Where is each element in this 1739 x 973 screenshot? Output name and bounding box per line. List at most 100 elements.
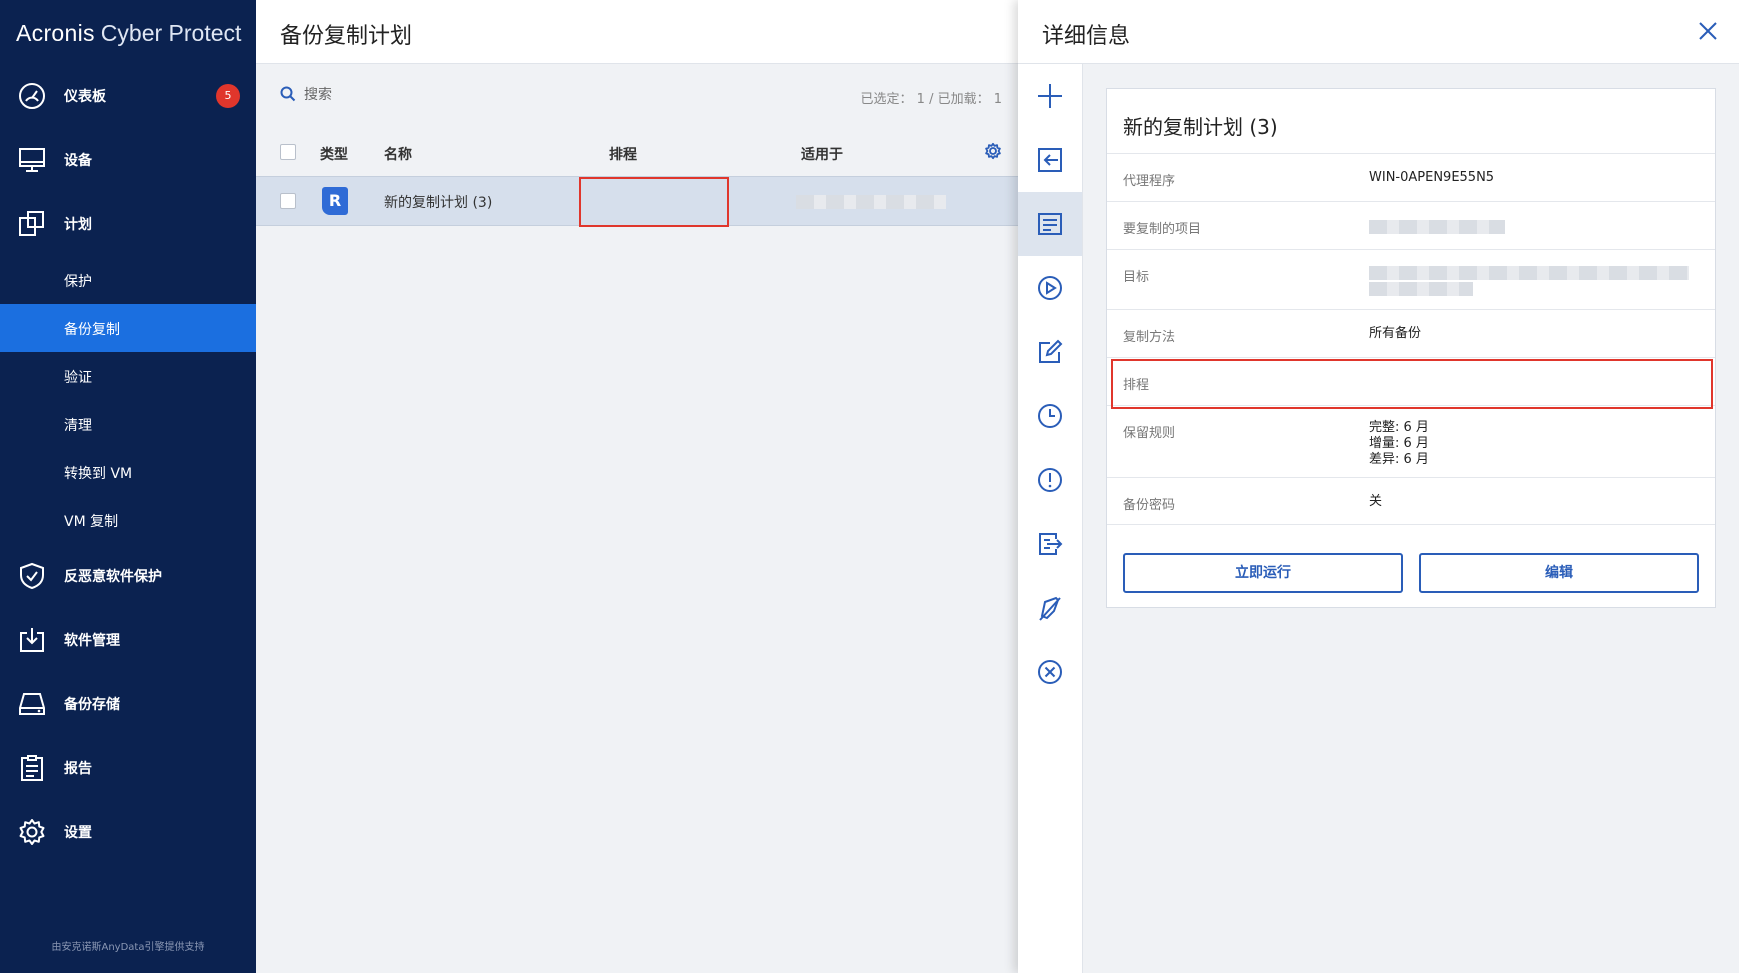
column-header-type[interactable]: 类型 — [320, 144, 348, 164]
row-checkbox[interactable] — [280, 193, 296, 209]
field-value: 所有备份 — [1369, 326, 1422, 341]
subnav-label: 备份复制 — [64, 322, 120, 338]
subnav-label: 转换到 VM — [64, 466, 133, 482]
toolbar-delete[interactable] — [1018, 640, 1082, 704]
subnav-label: VM 复制 — [64, 514, 119, 530]
nav-label-plans: 计划 — [64, 217, 92, 233]
nav-plans[interactable]: 计划 — [0, 196, 256, 252]
target-redacted-line-1 — [1369, 266, 1689, 280]
subnav-label: 验证 — [64, 370, 92, 386]
schedule-cell-highlight — [579, 177, 729, 227]
details-header: 详细信息 — [1018, 0, 1739, 64]
search-placeholder: 搜索 — [304, 87, 332, 103]
toolbar-apply[interactable] — [1018, 128, 1082, 192]
subnav-backup-replication[interactable]: 备份复制 — [0, 304, 256, 352]
retention-differential: 差异: 6 月 — [1369, 452, 1429, 467]
nav-antimalware[interactable]: 反恶意软件保护 — [0, 548, 256, 604]
alert-count-badge: 5 — [216, 84, 240, 108]
nav-devices[interactable]: 设备 — [0, 132, 256, 188]
column-settings-gear-icon[interactable] — [984, 142, 1002, 160]
column-header-schedule[interactable]: 排程 — [609, 144, 637, 164]
storage-drive-icon — [19, 693, 45, 715]
nav-label-settings: 设置 — [64, 825, 92, 841]
brand-name: Acronis — [16, 20, 95, 46]
subnav-cleanup[interactable]: 清理 — [0, 400, 256, 448]
edit-icon — [1039, 339, 1063, 363]
toolbar-export[interactable] — [1018, 512, 1082, 576]
brand-logo: Acronis Cyber Protect — [16, 20, 241, 47]
nav-label-devices: 设备 — [64, 153, 92, 169]
nav-label-software-management: 软件管理 — [64, 633, 120, 649]
subnav-convert-to-vm[interactable]: 转换到 VM — [0, 448, 256, 496]
column-header-applies-to[interactable]: 适用于 — [801, 144, 843, 164]
toolbar-alerts[interactable] — [1018, 448, 1082, 512]
shield-icon — [20, 562, 44, 590]
column-header-name[interactable]: 名称 — [384, 144, 412, 164]
toolbar-activities[interactable] — [1018, 384, 1082, 448]
clock-icon — [1038, 404, 1062, 428]
items-redacted — [1369, 220, 1505, 234]
subnav-vm-replication[interactable]: VM 复制 — [0, 496, 256, 544]
field-replication-method: 复制方法 所有备份 — [1107, 309, 1715, 357]
main-panel: 备份复制计划 搜索 已选定： 1 / 已加载： 1 类型 名称 排程 适用于 R… — [256, 0, 1018, 973]
selection-counts: 已选定： 1 / 已加载： 1 — [860, 92, 1002, 107]
field-items-to-replicate: 要复制的项目 — [1107, 201, 1715, 249]
brand-product: Cyber Protect — [100, 20, 242, 46]
download-box-icon — [20, 628, 44, 652]
field-value: 关 — [1369, 494, 1383, 509]
plus-icon — [1038, 84, 1062, 108]
close-icon[interactable] — [1695, 18, 1721, 44]
delete-circle-icon — [1038, 660, 1062, 684]
toolbar-details[interactable] — [1018, 192, 1082, 256]
details-panel: 详细信息 新的复制计划 (3) 代理程序 WIN-0APEN9E55N5 要复制… — [1018, 0, 1739, 973]
field-label: 要复制的项目 — [1123, 222, 1202, 237]
plan-title: 新的复制计划 (3) — [1123, 115, 1278, 139]
subnav-label: 保护 — [64, 274, 92, 290]
dashboard-icon — [19, 83, 45, 109]
apply-to-icon — [1038, 148, 1062, 172]
nav-settings[interactable]: 设置 — [0, 804, 256, 860]
nav-label-antimalware: 反恶意软件保护 — [64, 569, 162, 585]
search-box[interactable]: 搜索 — [280, 84, 332, 104]
subnav-validation[interactable]: 验证 — [0, 352, 256, 400]
table-header: 类型 名称 排程 适用于 — [256, 136, 1018, 176]
nav-software-management[interactable]: 软件管理 — [0, 612, 256, 668]
nav-dashboard[interactable]: 仪表板 5 — [0, 68, 256, 124]
toolbar-add[interactable] — [1018, 64, 1082, 128]
field-label: 保留规则 — [1123, 426, 1176, 441]
subnav-label: 清理 — [64, 418, 92, 434]
disable-icon — [1039, 596, 1061, 621]
sidebar: Acronis Cyber Protect 仪表板 5 设备 计划 保护 备份复制… — [0, 0, 256, 973]
target-redacted-line-2 — [1369, 282, 1473, 296]
toolbar-disable[interactable] — [1018, 576, 1082, 640]
table-row[interactable]: R 新的复制计划 (3) — [256, 176, 1018, 227]
nav-label-reports: 报告 — [64, 761, 92, 777]
nav-backup-storage[interactable]: 备份存储 — [0, 676, 256, 732]
clipboard-icon — [21, 755, 43, 781]
field-backup-password: 备份密码 关 — [1107, 477, 1715, 525]
powered-by-note: 由安克诺斯AnyData引擎提供支持 — [51, 942, 205, 953]
details-title: 详细信息 — [1042, 24, 1131, 49]
toolbar-edit[interactable] — [1018, 320, 1082, 384]
plans-icon — [19, 211, 44, 236]
nav-reports[interactable]: 报告 — [0, 740, 256, 796]
edit-button[interactable]: 编辑 — [1419, 553, 1699, 593]
nav-label-dashboard: 仪表板 — [64, 89, 106, 105]
field-label: 备份密码 — [1123, 498, 1176, 513]
field-value: WIN-0APEN9E55N5 — [1369, 170, 1495, 185]
main-header: 备份复制计划 — [256, 0, 1018, 64]
details-list-icon — [1038, 213, 1062, 235]
schedule-field-highlight — [1111, 359, 1713, 409]
monitor-icon — [19, 148, 45, 172]
run-now-button[interactable]: 立即运行 — [1123, 553, 1403, 593]
plan-name: 新的复制计划 (3) — [384, 195, 493, 211]
play-circle-icon — [1038, 276, 1062, 300]
field-retention: 保留规则 完整: 6 月 增量: 6 月 差异: 6 月 — [1107, 405, 1715, 477]
select-all-checkbox[interactable] — [280, 144, 296, 160]
page-title: 备份复制计划 — [280, 24, 413, 49]
field-target: 目标 — [1107, 249, 1715, 309]
subnav-protection[interactable]: 保护 — [0, 256, 256, 304]
search-icon — [280, 86, 296, 102]
plan-details-card: 新的复制计划 (3) 代理程序 WIN-0APEN9E55N5 要复制的项目 目… — [1106, 88, 1716, 608]
toolbar-run[interactable] — [1018, 256, 1082, 320]
